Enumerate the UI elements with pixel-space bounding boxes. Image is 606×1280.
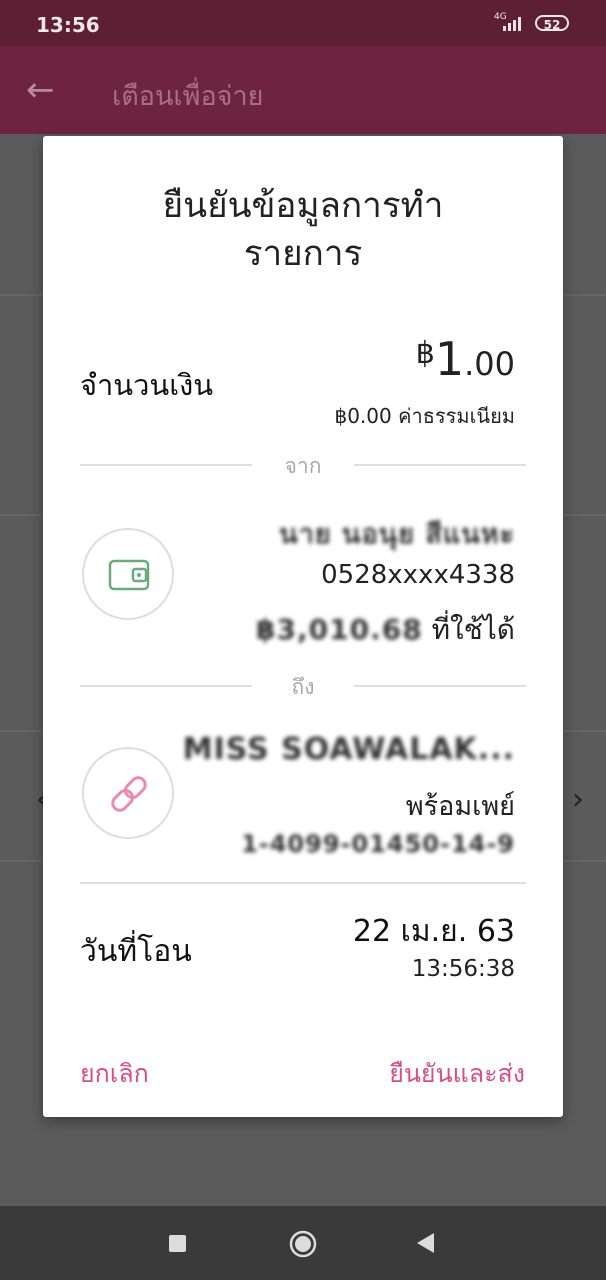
- from-balance-row: ฿3,010.68 ที่ใช้ได้: [256, 608, 515, 652]
- to-account-name: MISS SOAWALAK...: [182, 732, 515, 767]
- home-button[interactable]: [289, 1230, 317, 1258]
- status-bar: 13:56 4G 52: [0, 0, 606, 46]
- background-chevron-right-icon: ›: [572, 782, 584, 817]
- amount-value: ฿1.00: [416, 332, 515, 386]
- page-title: เตือนเพื่อจ่าย: [112, 81, 264, 112]
- amount-integer: 1: [434, 332, 465, 386]
- transfer-time-value: 13:56:38: [411, 956, 515, 982]
- back-arrow-icon[interactable]: ←: [26, 70, 55, 110]
- to-label: ถึง: [291, 675, 315, 699]
- battery-icon: 52: [535, 15, 569, 32]
- fee-label: ค่าธรรมเนียม: [398, 404, 515, 428]
- link-icon: [111, 776, 147, 812]
- link-icon-badge: [82, 747, 174, 839]
- dialog-title-line2: รายการ: [243, 234, 363, 274]
- confirm-send-button[interactable]: ยืนยันและส่ง: [389, 1054, 525, 1094]
- confirm-transaction-dialog: ยืนยันข้อมูลการทำ รายการ จำนวนเงิน ฿1.00…: [43, 136, 563, 1117]
- date-divider: [80, 882, 526, 884]
- to-payment-method: พร้อมเพย์: [405, 791, 515, 822]
- status-time: 13:56: [36, 13, 100, 37]
- from-balance-suffix: ที่ใช้ได้: [431, 613, 515, 646]
- transfer-date-value: 22 เม.ย. 63: [352, 914, 515, 949]
- amount-label: จำนวนเงิน: [80, 368, 214, 402]
- wallet-icon: [108, 559, 150, 591]
- amount-decimal: .00: [464, 345, 515, 383]
- to-promptpay-id: 1-4099-01450-14-9: [241, 830, 515, 858]
- back-button[interactable]: [417, 1233, 434, 1253]
- app-bar: ← เตือนเพื่อจ่าย: [0, 46, 606, 134]
- cancel-button[interactable]: ยกเลิก: [80, 1054, 149, 1094]
- from-account-name: นาย นอนุย สีแนหะ: [279, 519, 515, 550]
- dialog-title: ยืนยันข้อมูลการทำ รายการ: [43, 182, 563, 278]
- fee-value: ฿0.00: [334, 404, 392, 428]
- recent-apps-button[interactable]: [169, 1235, 186, 1252]
- from-label: จาก: [284, 454, 322, 478]
- fee-row: ฿0.00 ค่าธรรมเนียม: [334, 400, 515, 432]
- from-balance: ฿3,010.68: [256, 613, 423, 646]
- amount-currency: ฿: [415, 336, 435, 371]
- signal-icon: [503, 15, 525, 31]
- system-nav-bar: [0, 1206, 606, 1280]
- transfer-date-label: วันที่โอน: [80, 934, 192, 969]
- dialog-title-line1: ยืนยันข้อมูลการทำ: [162, 186, 444, 226]
- from-account-number: 0528xxxx4338: [321, 560, 515, 590]
- wallet-icon-badge: [82, 528, 174, 620]
